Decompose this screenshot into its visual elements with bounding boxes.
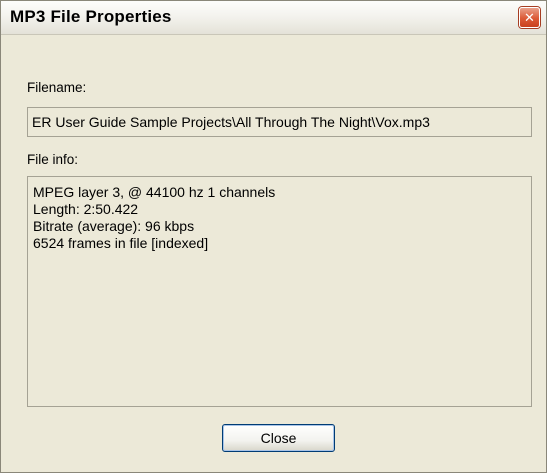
- file-info-line: Bitrate (average): 96 kbps: [33, 218, 195, 234]
- file-info-label: File info:: [27, 152, 79, 167]
- window-title: MP3 File Properties: [10, 7, 172, 26]
- mp3-properties-dialog: MP3 File Properties ✕ Filename: ER User …: [0, 0, 547, 473]
- filename-field: ER User Guide Sample Projects\All Throug…: [27, 107, 532, 137]
- title-bar[interactable]: MP3 File Properties ✕: [1, 1, 546, 35]
- file-info-box: MPEG layer 3, @ 44100 hz 1 channels Leng…: [27, 176, 532, 407]
- file-info-line: Length: 2:50.422: [33, 201, 139, 217]
- file-info-line: MPEG layer 3, @ 44100 hz 1 channels: [33, 184, 276, 200]
- file-info-line: 6524 frames in file [indexed]: [33, 235, 209, 251]
- close-window-icon[interactable]: ✕: [519, 7, 540, 28]
- filename-label: Filename:: [27, 80, 87, 95]
- close-button[interactable]: Close: [222, 424, 335, 452]
